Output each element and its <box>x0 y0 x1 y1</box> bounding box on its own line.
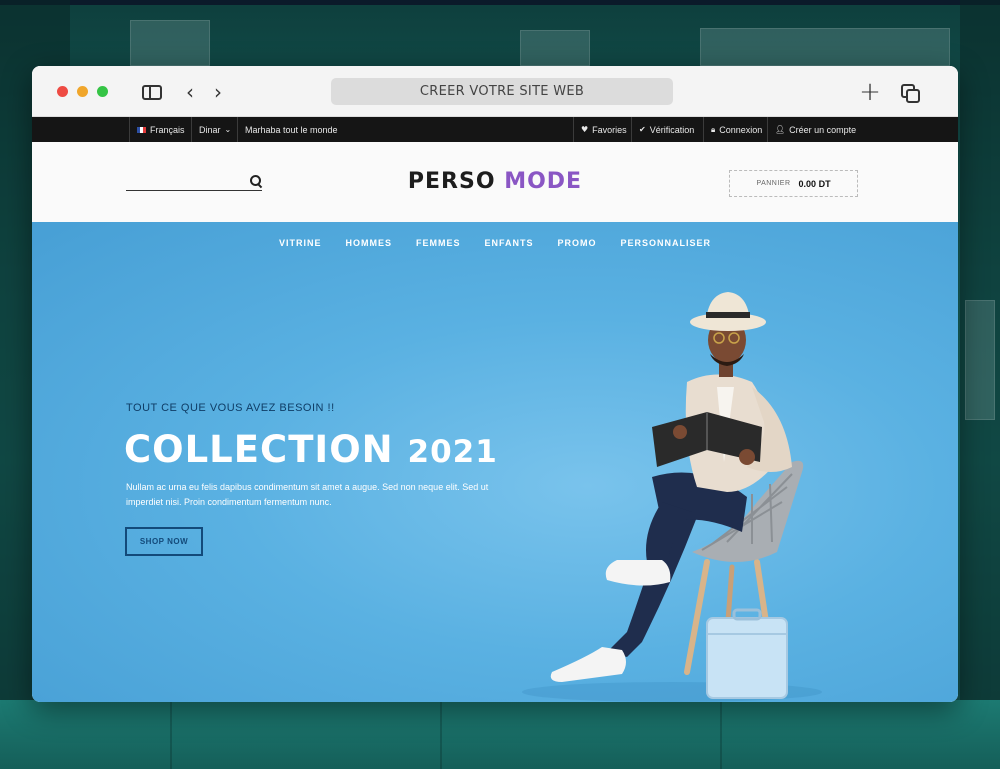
plus-icon[interactable]: + <box>858 77 882 107</box>
sidebar-toggle-icon[interactable] <box>140 79 164 105</box>
heart-icon: ♥ <box>581 125 589 134</box>
hero-title-text: COLLECTION <box>124 428 394 471</box>
hero-model-image <box>502 262 832 702</box>
favorites-label: Favories <box>592 124 627 135</box>
browser-window: ‹ › CREER VOTRE SITE WEB + Français Dina… <box>32 66 958 702</box>
cart-button[interactable]: PANNIER 0.00 DT <box>729 170 858 197</box>
main-navigation: VITRINE HOMMES FEMMES ENFANTS PROMO PERS… <box>32 238 958 248</box>
flag-icon <box>137 126 146 133</box>
checkout-link[interactable]: ✔ Vérification <box>631 117 701 142</box>
floor-seam <box>440 700 442 769</box>
cart-amount: 0.00 DT <box>798 178 831 189</box>
lock-icon: 🔒︎ <box>711 124 716 134</box>
nav-item-enfants[interactable]: ENFANTS <box>472 238 545 248</box>
tabs-icon[interactable] <box>898 79 922 105</box>
login-link[interactable]: 🔒︎ Connexion <box>703 117 769 142</box>
shop-now-button[interactable]: SHOP NOW <box>125 527 203 556</box>
hero-description: Nullam ac urna eu felis dapibus condimen… <box>126 482 489 507</box>
currency-selector[interactable]: Dinar ⌄ <box>191 117 238 142</box>
check-icon: ✔ <box>639 125 646 134</box>
user-icon: 👤︎ <box>775 125 786 134</box>
minimize-window-button[interactable] <box>77 86 88 97</box>
logo-part-1: PERSO <box>407 169 496 194</box>
background-floor <box>0 700 1000 769</box>
floor-seam <box>720 700 722 769</box>
chevron-down-icon: ⌄ <box>224 125 232 134</box>
background-window <box>130 20 210 66</box>
hero-year: 2021 <box>407 434 498 470</box>
close-window-button[interactable] <box>57 86 68 97</box>
register-link[interactable]: 👤︎ Créer un compte <box>767 117 863 142</box>
site-header: PERSO MODE PANNIER 0.00 DT <box>32 142 958 222</box>
checkout-label: Vérification <box>649 124 695 135</box>
language-label: Français <box>150 124 185 135</box>
nav-item-promo[interactable]: PROMO <box>546 238 609 248</box>
favorites-link[interactable]: ♥ Favories <box>573 117 634 142</box>
currency-label: Dinar <box>199 124 221 135</box>
background-window <box>520 30 590 66</box>
hero-tagline: TOUT CE QUE VOUS AVEZ BESOIN !! <box>126 402 335 414</box>
chevron-left-icon[interactable]: ‹ <box>180 79 200 105</box>
cart-label: PANNIER <box>756 180 791 187</box>
background-window <box>965 300 995 420</box>
floor-seam <box>170 700 172 769</box>
browser-toolbar: ‹ › CREER VOTRE SITE WEB + <box>32 66 958 117</box>
model-illustration <box>522 292 822 702</box>
register-label: Créer un compte <box>789 124 857 135</box>
background-window <box>700 28 950 66</box>
site-top-bar: Français Dinar ⌄ Marhaba tout le monde ♥… <box>32 117 958 142</box>
chevron-right-icon[interactable]: › <box>208 79 228 105</box>
language-selector[interactable]: Français <box>129 117 192 142</box>
nav-item-personnaliser[interactable]: PERSONNALISER <box>609 238 724 248</box>
maximize-window-button[interactable] <box>97 86 108 97</box>
hero-title: COLLECTION 2021 <box>124 428 498 471</box>
hero-banner: VITRINE HOMMES FEMMES ENFANTS PROMO PERS… <box>32 222 958 702</box>
greeting-label: Marhaba tout le monde <box>245 124 338 135</box>
login-label: Connexion <box>719 124 763 135</box>
nav-item-hommes[interactable]: HOMMES <box>333 238 404 248</box>
greeting-text: Marhaba tout le monde <box>237 117 345 142</box>
logo-part-2: MODE <box>504 169 583 194</box>
nav-item-vitrine[interactable]: VITRINE <box>267 238 334 248</box>
nav-item-femmes[interactable]: FEMMES <box>404 238 473 248</box>
background-top-strip <box>0 0 1000 5</box>
address-bar[interactable]: CREER VOTRE SITE WEB <box>331 78 673 105</box>
